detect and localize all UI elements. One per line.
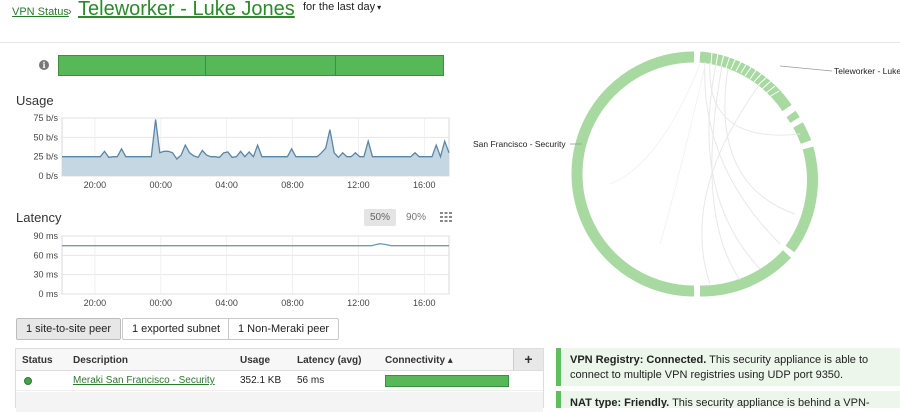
status-bar-marker: [335, 56, 337, 75]
vpn-registry-note: VPN Registry: Connected. This security a…: [556, 348, 900, 386]
teleworker-leader-line: [779, 65, 833, 72]
x-tick-label: 16:00: [413, 298, 436, 308]
nat-type-status: NAT type: Friendly.: [570, 397, 670, 408]
row-usage: 352.1 KB: [240, 375, 282, 386]
latency-chart: 0 ms 30 ms 60 ms 90 ms 20:00 00:00 04:00 08:00 1…: [33, 231, 450, 308]
header-divider: [0, 42, 900, 43]
y-tick-label: 50 b/s: [33, 132, 58, 142]
ring-segment-small-1[interactable]: [786, 110, 800, 123]
x-tick-label: 20:00: [84, 298, 107, 308]
x-tick-label: 04:00: [215, 180, 238, 190]
y-tick-label: 0 b/s: [38, 171, 58, 181]
nat-type-note: NAT type: Friendly. This security applia…: [556, 391, 900, 408]
status-bar-marker: [204, 56, 206, 75]
latency-title: Latency: [16, 210, 62, 225]
peer-link[interactable]: Meraki San Francisco - Security: [73, 375, 215, 386]
chevron-down-icon: ▾: [377, 3, 382, 12]
y-tick-label: 30 ms: [33, 270, 58, 280]
ring-label-san-francisco[interactable]: San Francisco - Security: [473, 139, 566, 149]
x-tick-label: 08:00: [281, 298, 304, 308]
period-dropdown[interactable]: for the last day ▾: [303, 1, 381, 13]
table-empty-area: [16, 392, 543, 412]
table-row: Meraki San Francisco - Security 352.1 KB…: [16, 371, 543, 391]
nat-type-description: This security appliance is behind a VPN-: [669, 397, 870, 408]
ring-segment-small-2[interactable]: [793, 122, 812, 145]
latency-50-percentile-button[interactable]: 50%: [364, 209, 396, 226]
info-icon[interactable]: i: [39, 60, 49, 70]
x-tick-label: 12:00: [347, 298, 370, 308]
usage-title: Usage: [16, 93, 54, 108]
ring-label-teleworker[interactable]: Teleworker - Luke: [834, 66, 900, 76]
breadcrumb-separator: ›: [68, 6, 72, 18]
tab-exported-subnet[interactable]: 1 exported subnet: [122, 318, 231, 340]
tab-non-meraki-peer[interactable]: 1 Non-Meraki peer: [228, 318, 340, 340]
y-tick-label: 25 b/s: [33, 152, 58, 162]
page-title[interactable]: Teleworker - Luke Jones: [78, 0, 295, 21]
ring-segment-bottom[interactable]: [699, 250, 792, 297]
ring-segment-san-francisco[interactable]: [571, 51, 695, 297]
x-tick-label: 00:00: [150, 180, 173, 190]
vpn-chord-diagram: Teleworker - Luke San Francisco - Securi…: [473, 51, 900, 297]
period-label: for the last day: [303, 1, 376, 13]
y-tick-label: 90 ms: [33, 231, 58, 241]
status-dot-icon: [24, 377, 32, 385]
vpn-registry-status: VPN Registry: Connected.: [570, 354, 707, 366]
x-tick-label: 20:00: [84, 180, 107, 190]
y-tick-label: 0 ms: [38, 289, 58, 299]
y-tick-label: 60 ms: [33, 250, 58, 260]
x-tick-label: 00:00: [150, 298, 173, 308]
x-tick-label: 04:00: [215, 298, 238, 308]
plus-icon[interactable]: +: [513, 349, 543, 370]
usage-chart: 0 b/s 25 b/s 50 b/s 75 b/s 20:00 00:00 04:00 08…: [33, 113, 450, 190]
grid-icon[interactable]: [440, 212, 452, 222]
breadcrumb-vpn-status[interactable]: VPN Status: [12, 6, 69, 18]
y-tick-label: 75 b/s: [33, 113, 58, 123]
plot-area: [61, 235, 450, 295]
row-connectivity-bar: [385, 375, 509, 387]
peers-table: Status Description Usage Latency (avg) C…: [15, 348, 544, 412]
row-latency: 56 ms: [297, 375, 325, 386]
col-description[interactable]: Description: [73, 355, 128, 366]
ring-segment-right[interactable]: [785, 146, 818, 253]
col-latency[interactable]: Latency (avg): [297, 355, 361, 366]
col-usage[interactable]: Usage: [240, 355, 270, 366]
latency-90-percentile-button[interactable]: 90%: [400, 209, 432, 226]
x-tick-label: 12:00: [347, 180, 370, 190]
col-status[interactable]: Status: [22, 355, 53, 366]
x-tick-label: 08:00: [281, 180, 304, 190]
x-tick-label: 16:00: [413, 180, 436, 190]
tab-site-to-site-peer[interactable]: 1 site-to-site peer: [16, 318, 121, 340]
connectivity-timeline-bar: [58, 55, 444, 76]
col-connectivity[interactable]: Connectivity ▴: [385, 355, 453, 366]
table-header: Status Description Usage Latency (avg) C…: [16, 349, 543, 371]
